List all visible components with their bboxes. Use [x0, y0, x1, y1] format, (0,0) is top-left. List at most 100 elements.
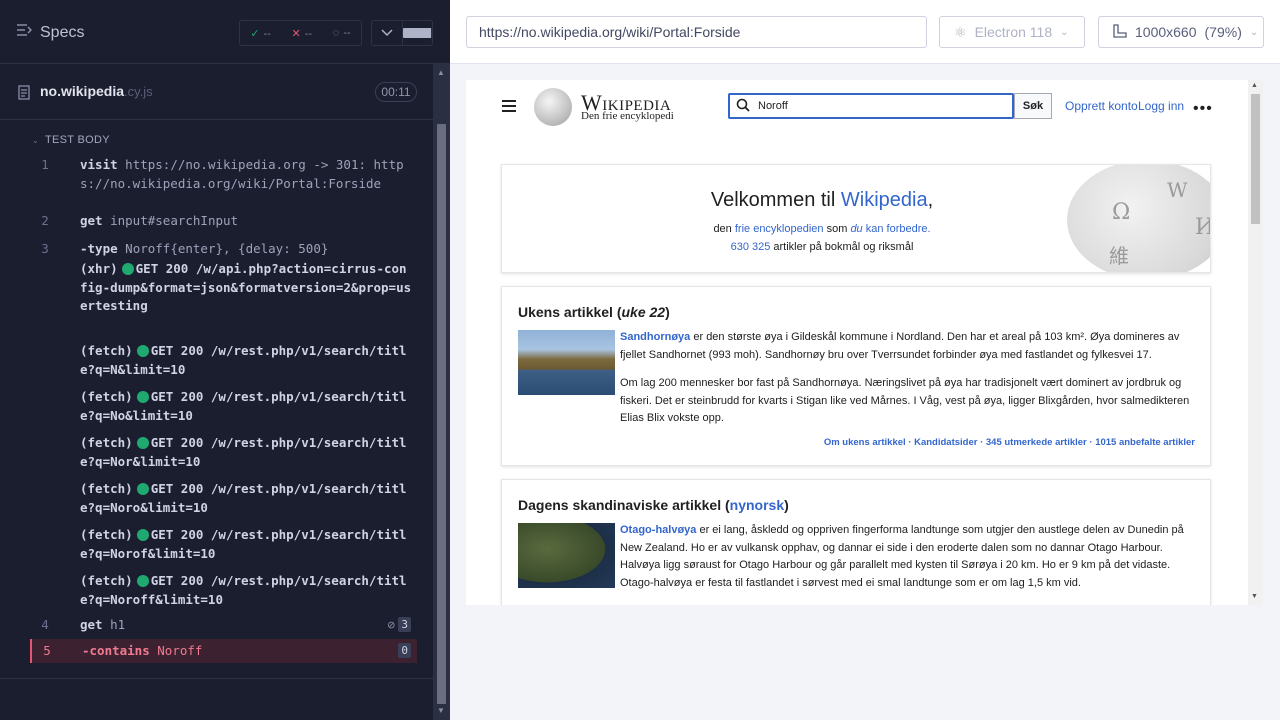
menu-icon[interactable]: [502, 100, 516, 115]
eye-slash-icon: ⊘: [387, 617, 395, 632]
welcome-banner: Ω W 維 И Velkommen til Wikipedia, den fri…: [501, 164, 1211, 273]
status-dot-icon: [136, 345, 149, 357]
ruler-icon: [1113, 23, 1127, 41]
file-icon: [18, 84, 30, 100]
command-number: [30, 434, 60, 471]
command-row[interactable]: 2 get input#searchInput: [30, 209, 417, 231]
weekly-article-footer-links[interactable]: Om ukens artikkel · Kandidatsider · 345 …: [824, 437, 1195, 448]
pending-circle-icon: ◌: [332, 27, 340, 39]
command-message: Noroff: [157, 643, 203, 658]
network-request-row[interactable]: (fetch) GET 200 /w/rest.php/v1/search/tit…: [30, 339, 417, 379]
search-button[interactable]: Søk: [1014, 93, 1052, 119]
sandhornoya-image[interactable]: [518, 330, 615, 395]
login-link[interactable]: Logg inn: [1138, 99, 1184, 113]
test-body-toggle[interactable]: ⌄ TEST BODY: [32, 134, 110, 146]
spec-file[interactable]: no.wikipedia.cy.js: [18, 83, 153, 101]
stop-button[interactable]: [402, 21, 432, 45]
scrollbar-thumb[interactable]: [1251, 94, 1260, 224]
weekly-article-intro: Sandhornøya er den største øya i Gildesk…: [620, 331, 1180, 361]
command-number: [30, 260, 60, 331]
command-name: get: [80, 617, 103, 632]
weekly-article-body: Om lag 200 mennesker bor fast på Sandhor…: [620, 377, 1190, 424]
command-number: [30, 388, 60, 425]
request-type: (fetch): [80, 343, 133, 358]
status-dot-icon: [136, 575, 149, 587]
command-number: [30, 342, 60, 379]
element-count-badge: 0: [398, 643, 411, 658]
zoom-level: (79%): [1204, 24, 1242, 40]
command-row[interactable]: 1 visit https://no.wikipedia.org -> 301: …: [30, 153, 417, 193]
pending-stat: ◌ --: [332, 27, 351, 39]
duration-timer: 00:11: [375, 82, 417, 102]
browser-selector[interactable]: ⚛ Electron 118 ⌄: [939, 16, 1085, 48]
page-scrollbar[interactable]: ▲ ▼: [1248, 80, 1263, 605]
network-request-row[interactable]: (fetch) GET 200 /w/rest.php/v1/search/tit…: [30, 477, 417, 517]
viewport-info[interactable]: 1000x660 (79%) ⌄: [1098, 16, 1264, 48]
you-link[interactable]: du: [850, 223, 862, 235]
spec-extension: .cy.js: [124, 84, 153, 99]
network-request-row[interactable]: (xhr) GET 200 /w/api.php?action=cirrus-co…: [30, 257, 417, 331]
aut-iframe: WIKIPEDIA Den frie encyklopedi Noroff Sø…: [466, 80, 1263, 605]
scroll-up-icon[interactable]: ▲: [437, 68, 445, 77]
command-number: [30, 526, 60, 563]
command-message: h1: [110, 617, 126, 632]
sandhornoya-link[interactable]: Sandhornøya: [620, 331, 690, 343]
command-row[interactable]: 5 -contains Noroff 0: [30, 639, 417, 663]
command-number: 5: [43, 643, 51, 658]
status-dot-icon: [136, 529, 149, 541]
status-dot-icon: [136, 391, 149, 403]
command-number: 1: [41, 157, 49, 172]
cross-icon: ✕: [291, 27, 301, 40]
scroll-down-icon[interactable]: ▼: [1251, 593, 1258, 600]
runner-footer: [0, 678, 433, 679]
network-request-row[interactable]: (fetch) GET 200 /w/rest.php/v1/search/tit…: [30, 569, 417, 609]
command-log-scrollbar[interactable]: ▲ ▼: [433, 64, 450, 720]
scroll-up-icon[interactable]: ▲: [1251, 82, 1258, 89]
failed-stat: ✕ --: [291, 27, 313, 40]
wiki-tagline: Den frie encyklopedi: [581, 110, 674, 122]
wikipedia-link[interactable]: Wikipedia: [841, 189, 928, 211]
command-message: https://no.wikipedia.org -> 301: https:/…: [80, 157, 404, 191]
wikipedia-globe-logo[interactable]: [534, 88, 572, 126]
specs-list-icon: [16, 22, 33, 43]
command-message: input#searchInput: [110, 213, 239, 228]
stop-icon: [402, 28, 432, 38]
command-log-panel: Specs ✓ -- ✕ -- ◌ -- no.wikipedia.cy.js 00:…: [0, 0, 450, 720]
request-type: (fetch): [80, 435, 133, 450]
command-number: 3: [41, 241, 49, 256]
otago-peninsula-image[interactable]: [518, 523, 615, 588]
command-name: -type: [80, 241, 118, 256]
network-request-row[interactable]: (fetch) GET 200 /w/rest.php/v1/search/tit…: [30, 523, 417, 563]
can-improve-link[interactable]: kan forbedre.: [863, 223, 931, 235]
command-name: get: [80, 213, 103, 228]
search-input[interactable]: Noroff: [728, 93, 1014, 119]
element-count-badge: 3: [398, 617, 411, 632]
scrollbar-thumb[interactable]: [437, 124, 446, 704]
command-row[interactable]: 3 -type Noroff{enter}, {delay: 500}: [30, 237, 417, 259]
specs-button[interactable]: Specs: [16, 22, 84, 43]
request-type: (fetch): [80, 389, 133, 404]
app-under-test-panel: https://no.wikipedia.org/wiki/Portal:For…: [450, 0, 1280, 720]
welcome-subtitle: den frie encyklopedien som du kan forbed…: [713, 223, 931, 253]
nynorsk-link[interactable]: nynorsk: [730, 497, 784, 513]
request-type: (xhr): [80, 261, 118, 276]
url-display[interactable]: https://no.wikipedia.org/wiki/Portal:For…: [466, 16, 927, 48]
network-request-row[interactable]: (fetch) GET 200 /w/rest.php/v1/search/tit…: [30, 431, 417, 471]
create-account-link[interactable]: Opprett konto: [1065, 99, 1138, 113]
status-dot-icon: [136, 483, 149, 495]
command-number: [30, 480, 60, 517]
chevron-down-icon[interactable]: [372, 21, 403, 45]
otago-link[interactable]: Otago-halvøya: [620, 524, 696, 536]
more-options-icon[interactable]: •••: [1193, 100, 1213, 118]
specs-label: Specs: [40, 23, 85, 41]
status-dot-icon: [121, 263, 134, 275]
wikipedia-puzzle-globe-image: Ω W 維 И: [1067, 165, 1210, 272]
runner-controls: [371, 20, 433, 46]
article-count-link[interactable]: 630 325: [731, 241, 771, 253]
welcome-title: Velkommen til Wikipedia,: [710, 189, 934, 211]
network-request-row[interactable]: (fetch) GET 200 /w/rest.php/v1/search/tit…: [30, 385, 417, 425]
free-encyclopedia-link[interactable]: frie encyklopedien: [735, 223, 824, 235]
command-number: 2: [41, 213, 49, 228]
command-row[interactable]: 4 get h1 ⊘ 3: [30, 613, 417, 637]
scroll-down-icon[interactable]: ▼: [437, 706, 445, 715]
